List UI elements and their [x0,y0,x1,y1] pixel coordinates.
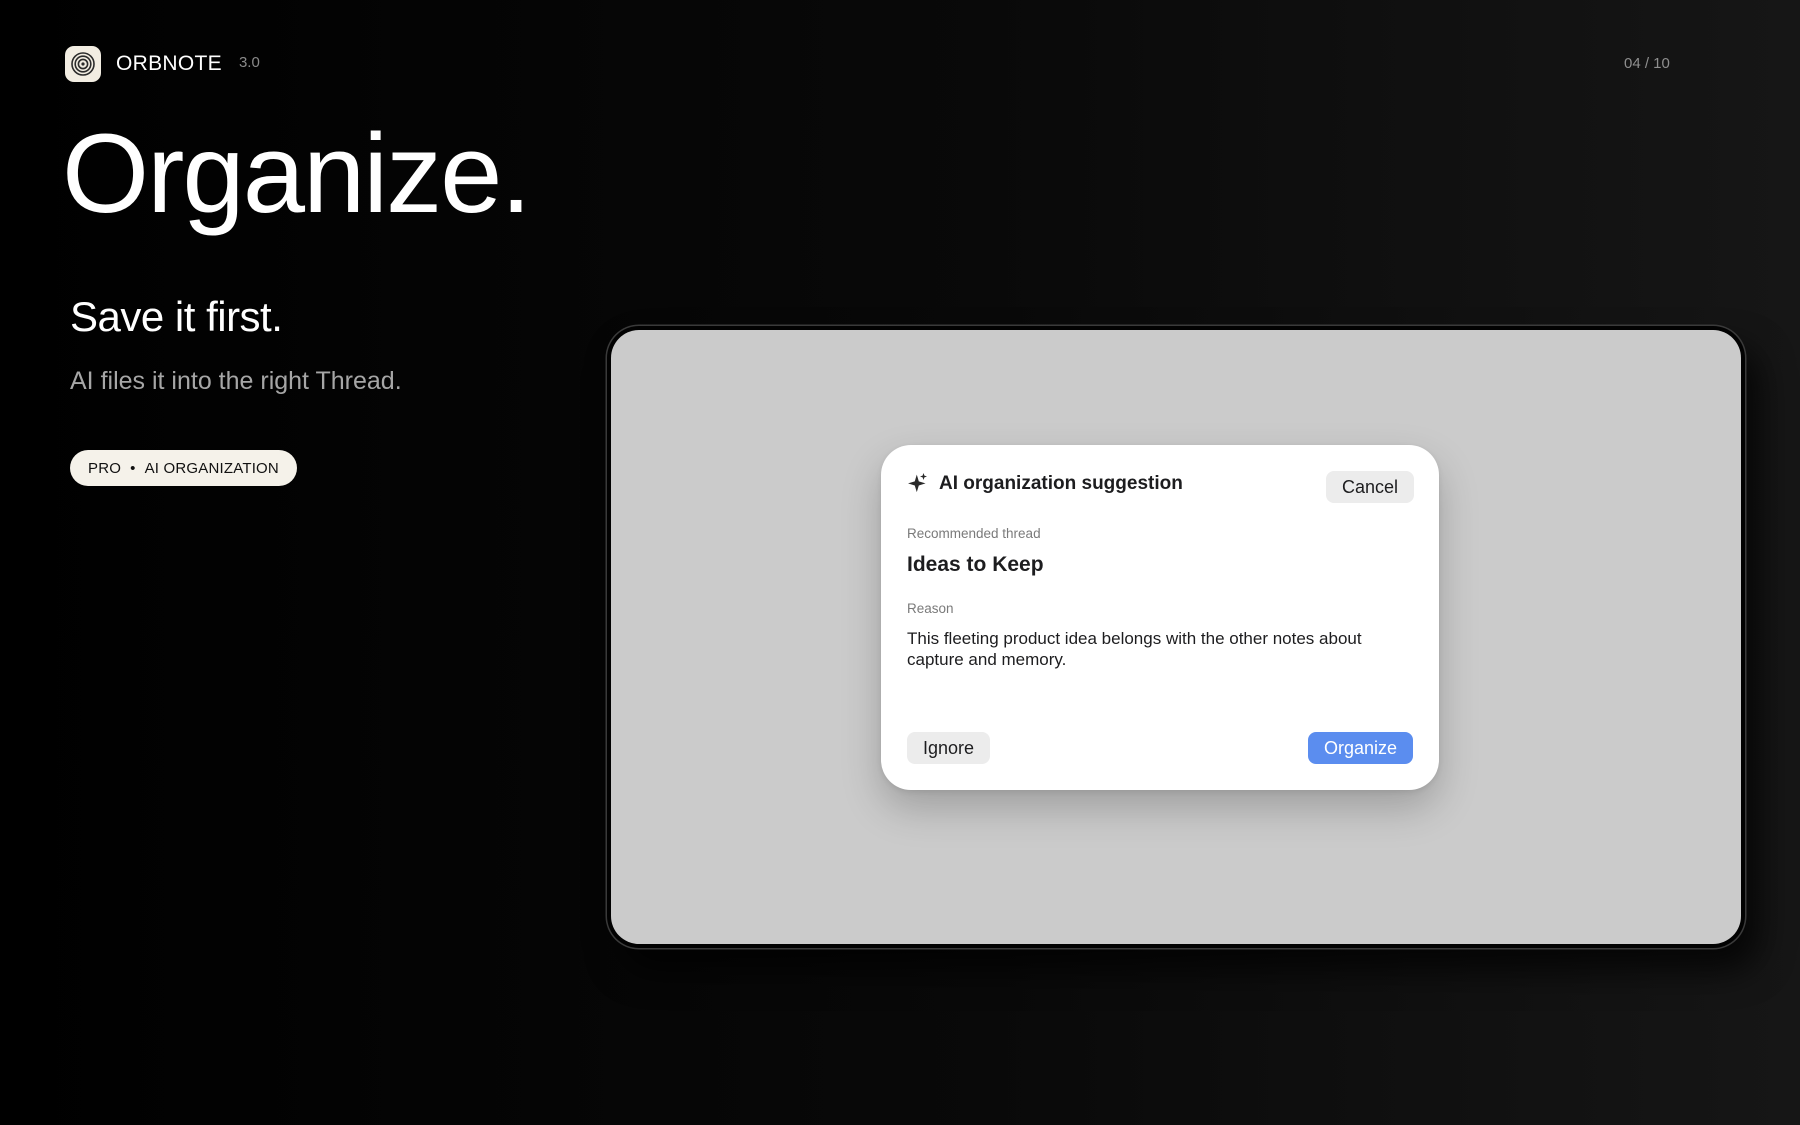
plan-label: PRO [88,459,122,477]
hero-tagline: AI files it into the right Thread. [70,367,402,395]
cancel-button[interactable]: Cancel [1326,471,1414,503]
ignore-button[interactable]: Ignore [907,732,990,764]
brand-name: ORBNOTE [116,52,222,75]
brand-version: 3.0 [238,53,260,71]
brand-header: ORBNOTE 3.0 [65,46,260,82]
reason-text: This fleeting product idea belongs with … [907,629,1362,669]
hero-subtitle: Save it first. [70,293,283,340]
page-counter: 04 / 10 [1624,55,1670,72]
sparkle-icon [908,473,927,493]
dialog-title: AI organization suggestion [939,473,1183,494]
feature-label: AI ORGANIZATION [144,459,279,477]
dialog-header: AI organization suggestion [907,472,1183,496]
recommended-thread-name: Ideas to Keep [907,553,1044,576]
feature-pill: PRO • AI ORGANIZATION [70,450,297,486]
reason-label: Reason [907,601,954,616]
pill-separator: • [130,459,136,477]
recommended-thread-label: Recommended thread [907,526,1041,541]
ai-suggestion-dialog: AI organization suggestion Cancel Recomm… [881,445,1439,790]
device-frame: AI organization suggestion Cancel Recomm… [607,326,1745,948]
device-screen: AI organization suggestion Cancel Recomm… [611,330,1741,944]
app-logo-icon [65,46,101,82]
hero-title: Organize. [62,111,532,236]
organize-button[interactable]: Organize [1308,732,1413,764]
